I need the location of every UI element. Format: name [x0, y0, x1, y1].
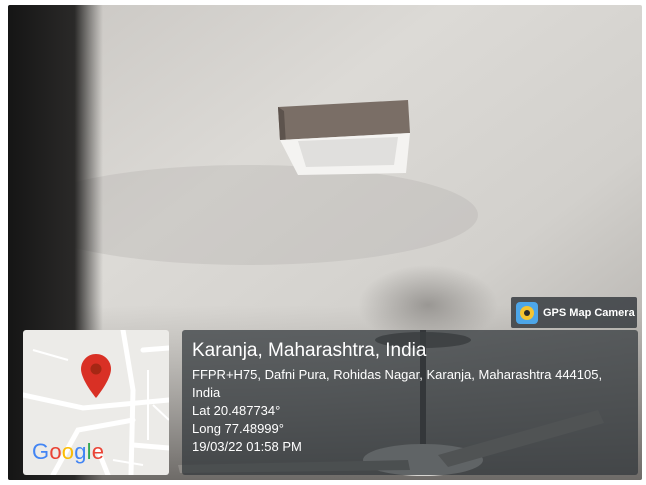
gps-map-camera-icon [516, 301, 538, 324]
photo-frame: Google GPS Map Camera Karanja, Maharasht… [8, 5, 642, 480]
app-name: GPS Map Camera [543, 306, 635, 319]
map-thumbnail: Google [23, 330, 169, 475]
place-title: Karanja, Maharashtra, India [192, 340, 427, 361]
map-pin-icon [81, 354, 111, 398]
google-logo: Google [32, 439, 104, 465]
longitude-text: Long 77.48999° [192, 421, 284, 436]
timestamp-text: 19/03/22 01:58 PM [192, 439, 302, 454]
google-logo-text: Google [32, 439, 105, 464]
ceiling-light-fixture [278, 100, 410, 175]
location-info-panel: Karanja, Maharashtra, India FFPR+H75, Da… [182, 330, 638, 475]
latitude-text: Lat 20.487734° [192, 403, 281, 418]
address-text: FFPR+H75, Dafni Pura, Rohidas Nagar, Kar… [192, 367, 603, 400]
app-badge: GPS Map Camera [511, 297, 637, 328]
